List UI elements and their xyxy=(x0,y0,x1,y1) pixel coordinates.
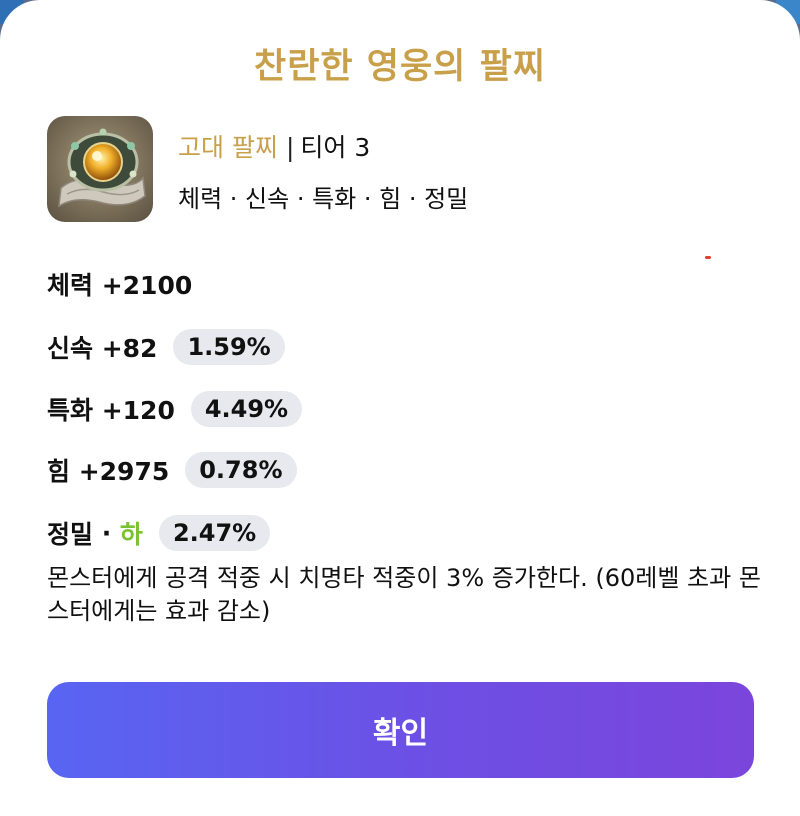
stat-percent-badge: 4.49% xyxy=(190,391,303,427)
special-effect-dot: · xyxy=(93,518,120,548)
stat-row-health: 체력 +2100 xyxy=(47,264,192,304)
item-grade: 고대 팔찌 xyxy=(178,133,278,162)
header-separator: | xyxy=(285,133,295,162)
modal-title: 찬란한 영웅의 팔찌 xyxy=(254,47,546,87)
stat-row-specialization: 특화 +120 4.49% xyxy=(47,389,303,429)
ancient-bracelet-icon xyxy=(47,116,153,222)
stat-label: 특화 +120 xyxy=(47,396,175,425)
item-header: 고대 팔찌 | 티어 3 xyxy=(178,128,370,164)
stat-label: 신속 +82 xyxy=(47,334,158,363)
special-effect-percent-badge: 2.47% xyxy=(158,515,271,551)
confirm-button[interactable]: 확인 xyxy=(47,682,754,778)
stat-row-swiftness: 신속 +82 1.59% xyxy=(47,327,285,367)
special-effect-name: 정밀 xyxy=(47,520,94,549)
stat-percent-badge: 0.78% xyxy=(185,452,297,488)
item-detail-modal: 찬란한 영웅의 팔찌 고대 팔찌 | 티어 3 체력 · 신속 · 특화 · 힘… xyxy=(0,0,800,816)
item-stat-summary: 체력 · 신속 · 특화 · 힘 · 정밀 xyxy=(178,185,469,213)
stat-label: 힘 +2975 xyxy=(47,457,170,486)
item-tier: 티어 3 xyxy=(300,133,371,162)
special-effect-description: 몬스터에게 공격 적중 시 치명타 적중이 3% 증가한다. (60레벨 초과 … xyxy=(47,564,761,625)
special-effect-grade: 하 xyxy=(119,520,143,549)
stat-row-strength: 힘 +2975 0.78% xyxy=(47,450,297,490)
red-mark xyxy=(705,256,711,259)
special-effect-row: 정밀 · 하 2.47% xyxy=(47,513,271,553)
stat-percent-badge: 1.59% xyxy=(173,329,285,365)
stat-label: 체력 +2100 xyxy=(47,271,193,300)
